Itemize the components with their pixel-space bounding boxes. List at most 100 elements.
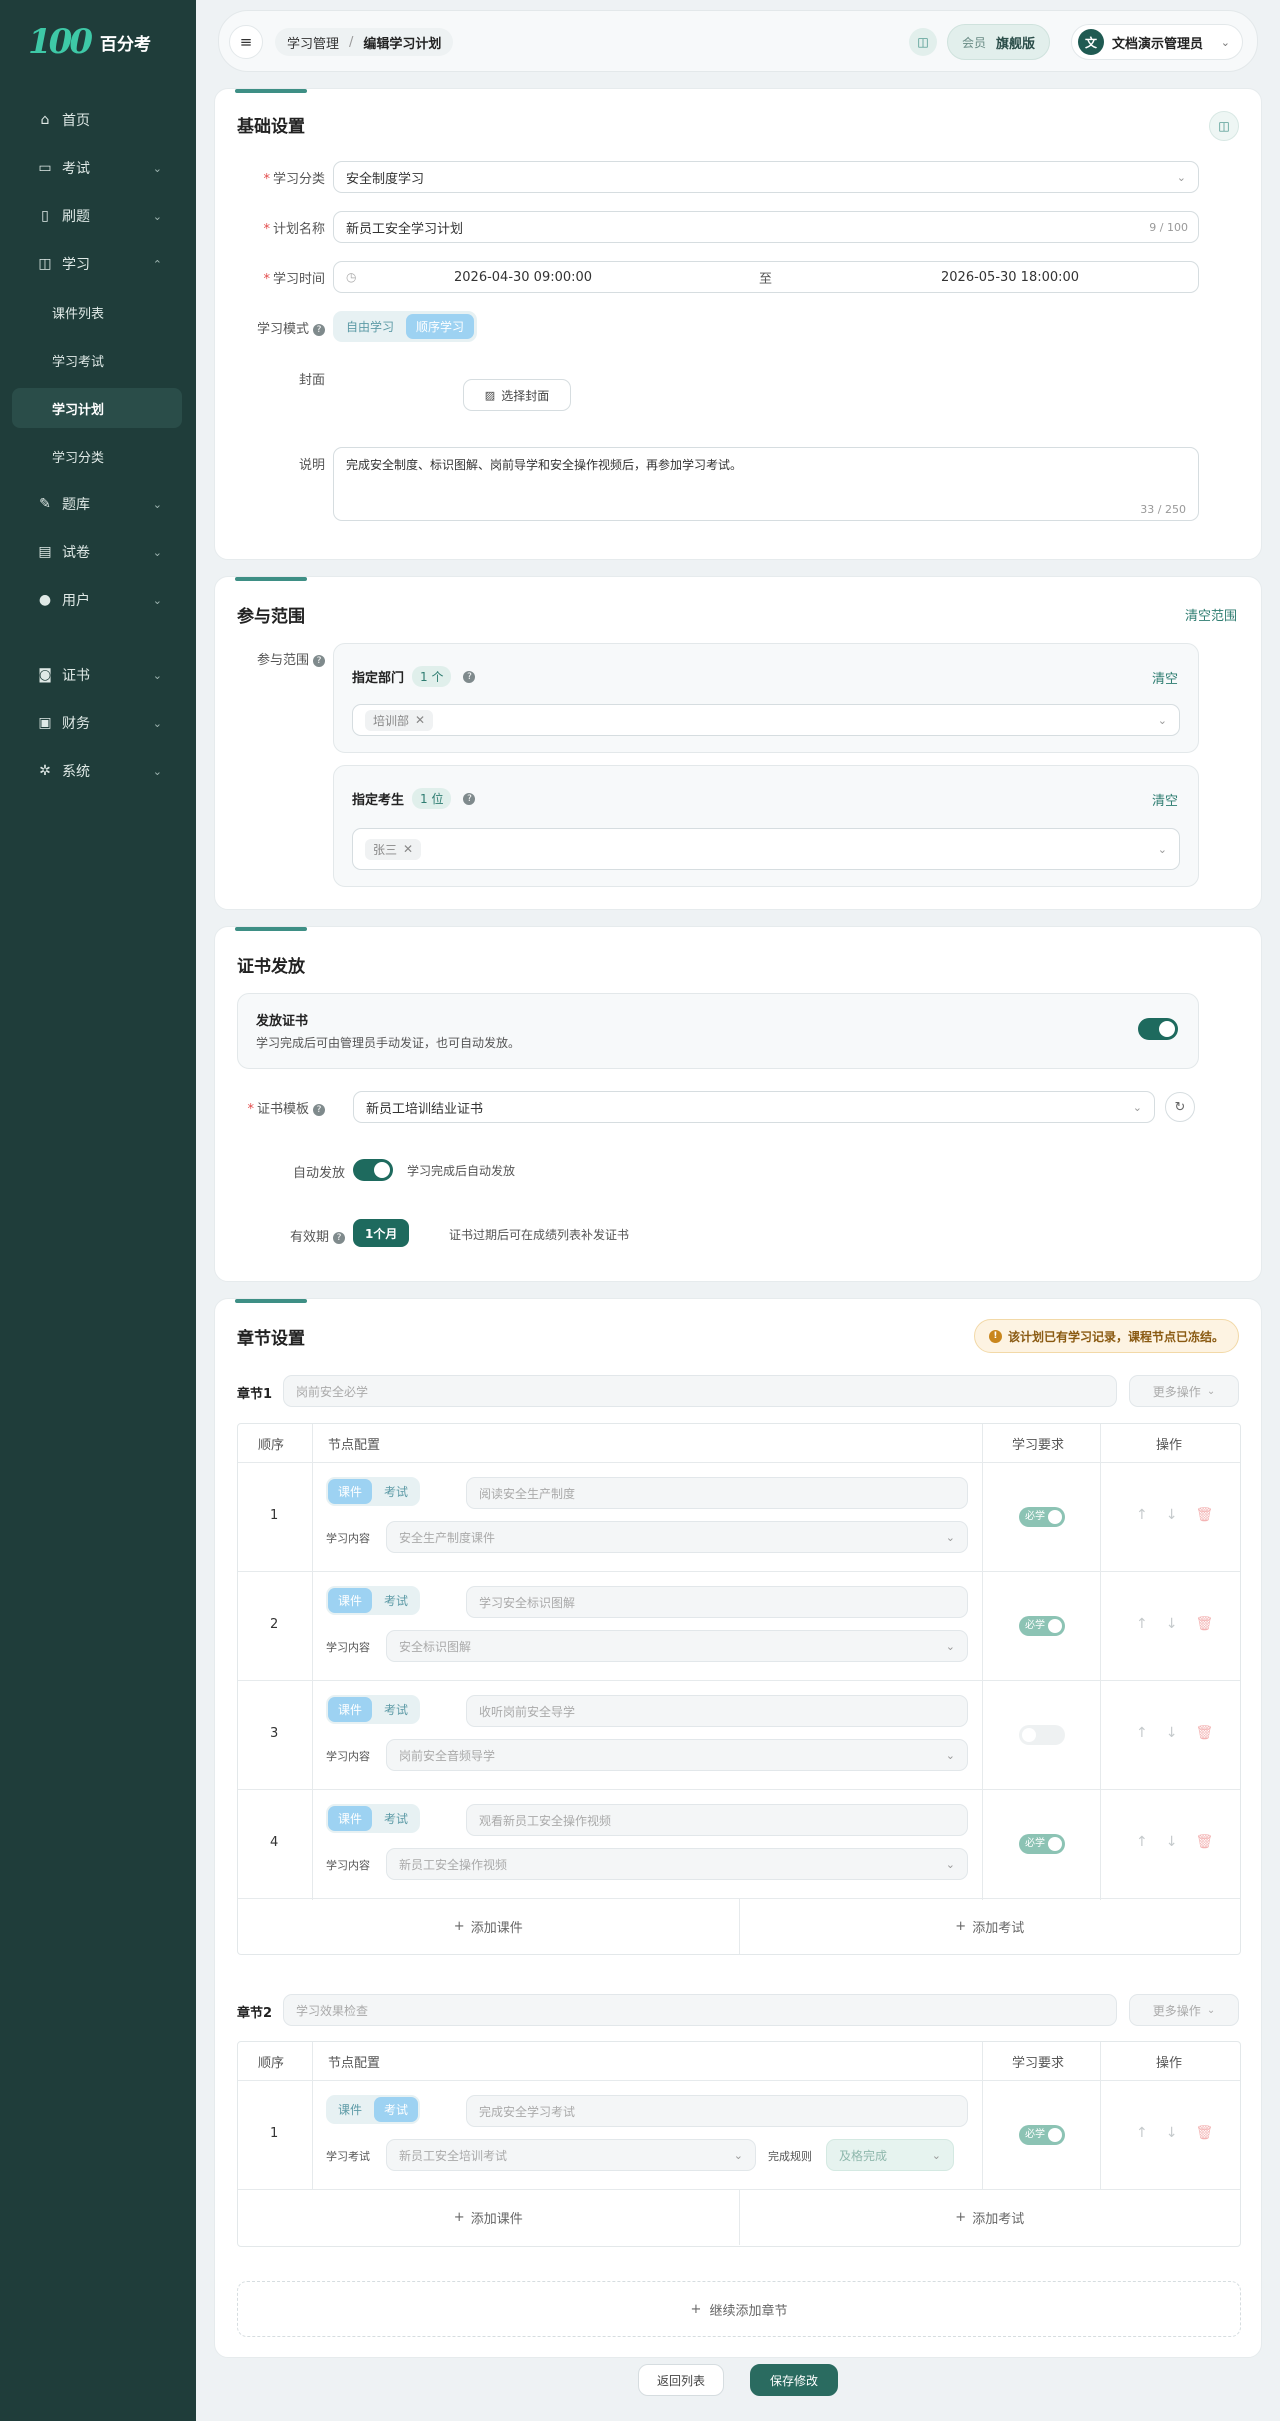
type-exam-option[interactable]: 考试 (374, 1697, 418, 1722)
sidebar-item-practice[interactable]: ▯ 刷题 ⌄ (12, 196, 182, 236)
department-select[interactable]: 培训部 ✕ ⌄ (352, 704, 1180, 736)
required-toggle[interactable]: 必学 (1019, 2125, 1065, 2145)
node-name-input[interactable]: 观看新员工安全操作视频 (466, 1804, 968, 1836)
type-exam-option[interactable]: 考试 (374, 2097, 419, 2122)
mode-sequential-option[interactable]: 顺序学习 (406, 314, 475, 339)
type-exam-option[interactable]: 考试 (374, 1588, 418, 1613)
arrow-down-icon[interactable]: ↓ (1166, 2125, 1178, 2141)
exam-select[interactable]: 新员工安全培训考试 ⌄ (386, 2139, 756, 2171)
node-name-input[interactable]: 学习安全标识图解 (466, 1586, 968, 1618)
arrow-down-icon[interactable]: ↓ (1166, 1507, 1178, 1523)
arrow-up-icon[interactable]: ↑ (1136, 2125, 1148, 2141)
required-toggle[interactable]: 必学 (1019, 1834, 1065, 1854)
auto-issue-toggle[interactable] (353, 1159, 393, 1181)
trash-icon[interactable]: 🗑 (1195, 1507, 1213, 1523)
brand-logo[interactable]: 100 百分考 (28, 22, 151, 62)
type-courseware-option[interactable]: 课件 (328, 1588, 373, 1613)
add-courseware-button[interactable]: + 添加课件 (238, 2190, 740, 2245)
sidebar-item-papers[interactable]: ▤ 试卷 ⌄ (12, 532, 182, 572)
department-clear[interactable]: 清空 (1152, 668, 1178, 687)
trash-icon[interactable]: 🗑 (1195, 2125, 1213, 2141)
sidebar-item-system[interactable]: ✲ 系统 ⌄ (12, 751, 182, 791)
category-select[interactable]: 安全制度学习 ⌄ (333, 161, 1199, 193)
chevron-down-icon: ⌄ (1157, 842, 1167, 856)
more-actions-button[interactable]: 更多操作 ⌄ (1129, 1375, 1239, 1407)
student-clear[interactable]: 清空 (1152, 790, 1178, 809)
required-toggle[interactable]: 必学 (1019, 1616, 1065, 1636)
required-toggle[interactable] (1019, 1725, 1065, 1745)
add-exam-button[interactable]: + 添加考试 (740, 2190, 1241, 2245)
arrow-up-icon[interactable]: ↑ (1136, 1507, 1148, 1523)
validity-option-selected[interactable]: 1个月 (353, 1219, 410, 1247)
breadcrumb-item[interactable]: 学习管理 (287, 33, 339, 52)
add-chapter-button[interactable]: + 继续添加章节 (237, 2281, 1241, 2337)
chevron-down-icon: ⌄ (1220, 35, 1230, 49)
row-order: 1 (270, 1508, 279, 1523)
sidebar-item-users[interactable]: ● 用户 ⌄ (12, 580, 182, 620)
layout-toggle-icon[interactable]: ◫ (1209, 111, 1239, 141)
issue-certificate-toggle[interactable] (1138, 1018, 1178, 1040)
issue-certificate-panel: 发放证书 学习完成后可由管理员手动发证，也可自动发放。 (237, 993, 1199, 1069)
sidebar-item-finance[interactable]: ▣ 财务 ⌄ (12, 703, 182, 743)
time-start[interactable]: 2026-04-30 09:00:00 (454, 270, 592, 285)
arrow-up-icon[interactable]: ↑ (1136, 1725, 1148, 1741)
refresh-icon[interactable]: ↻ (1165, 1092, 1195, 1122)
user-menu[interactable]: 文 文档演示管理员 ⌄ (1071, 24, 1243, 60)
back-to-list-button[interactable]: 返回列表 (638, 2364, 724, 2396)
trash-icon[interactable]: 🗑 (1195, 1616, 1213, 1632)
type-courseware-option[interactable]: 课件 (328, 1479, 373, 1504)
study-time-range[interactable]: ◷ 2026-04-30 09:00:00 至 2026-05-30 18:00… (333, 261, 1199, 293)
arrow-down-icon[interactable]: ↓ (1166, 1616, 1178, 1632)
select-cover-button[interactable]: ▨ 选择封面 (463, 379, 571, 411)
arrow-up-icon[interactable]: ↑ (1136, 1834, 1148, 1850)
save-button[interactable]: 保存修改 (750, 2364, 838, 2396)
type-courseware-option[interactable]: 课件 (328, 1697, 373, 1722)
sidebar-item-home[interactable]: ⌂ 首页 (12, 100, 182, 140)
menu-toggle-icon[interactable]: ≡ (229, 25, 263, 59)
sidebar-item-courseware[interactable]: 课件列表 (12, 292, 182, 332)
sidebar-item-question-bank[interactable]: ✎ 题库 ⌄ (12, 484, 182, 524)
node-name-input[interactable]: 完成安全学习考试 (466, 2095, 968, 2127)
sidebar-item-study[interactable]: ◫ 学习 ⌃ (12, 244, 182, 284)
chapter-name-input[interactable]: 岗前安全必学 (283, 1375, 1117, 1407)
description-textarea[interactable]: 完成安全制度、标识图解、岗前导学和安全操作视频后，再参加学习考试。 33 / 25… (333, 447, 1199, 521)
add-courseware-button[interactable]: + 添加课件 (238, 1899, 740, 1954)
add-exam-button[interactable]: + 添加考试 (740, 1899, 1241, 1954)
more-actions-button[interactable]: 更多操作 ⌄ (1129, 1994, 1239, 2026)
mode-free-option[interactable]: 自由学习 (336, 314, 404, 339)
chapter-name-input[interactable]: 学习效果检查 (283, 1994, 1117, 2026)
certificate-icon: ◙ (38, 667, 52, 683)
sidebar-item-study-category[interactable]: 学习分类 (12, 436, 182, 476)
template-select[interactable]: 新员工培训结业证书 ⌄ (353, 1091, 1155, 1123)
content-select[interactable]: 岗前安全音频导学 ⌄ (386, 1739, 968, 1771)
content-select[interactable]: 安全生产制度课件 ⌄ (386, 1521, 968, 1553)
type-exam-option[interactable]: 考试 (374, 1806, 418, 1831)
type-exam-option[interactable]: 考试 (374, 1479, 418, 1504)
node-name-input[interactable]: 收听岗前安全导学 (466, 1695, 968, 1727)
trash-icon[interactable]: 🗑 (1195, 1834, 1213, 1850)
content-select[interactable]: 安全标识图解 ⌄ (386, 1630, 968, 1662)
time-end[interactable]: 2026-05-30 18:00:00 (941, 270, 1079, 285)
member-badge[interactable]: 会员 旗舰版 (947, 24, 1051, 60)
close-icon[interactable]: ✕ (415, 713, 425, 727)
sidebar-item-study-plan[interactable]: 学习计划 (12, 388, 182, 428)
close-icon[interactable]: ✕ (403, 842, 413, 856)
sidebar-item-exam[interactable]: ▭ 考试 ⌄ (12, 148, 182, 188)
plan-name-input[interactable]: 新员工安全学习计划 9 / 100 (333, 211, 1199, 243)
arrow-down-icon[interactable]: ↓ (1166, 1725, 1178, 1741)
arrow-down-icon[interactable]: ↓ (1166, 1834, 1178, 1850)
content-select[interactable]: 新员工安全操作视频 ⌄ (386, 1848, 968, 1880)
sidebar-item-study-exam[interactable]: 学习考试 (12, 340, 182, 380)
required-toggle[interactable]: 必学 (1019, 1507, 1065, 1527)
layout-icon[interactable]: ◫ (909, 28, 937, 56)
clear-scope-link[interactable]: 清空范围 (1185, 605, 1237, 624)
student-select[interactable]: 张三 ✕ ⌄ (352, 828, 1180, 870)
node-name-input[interactable]: 阅读安全生产制度 (466, 1477, 968, 1509)
type-courseware-option[interactable]: 课件 (328, 1806, 373, 1831)
add-node-row: + 添加课件 + 添加考试 (238, 2189, 1240, 2245)
sidebar-item-certificates[interactable]: ◙ 证书 ⌄ (12, 655, 182, 695)
trash-icon[interactable]: 🗑 (1195, 1725, 1213, 1741)
arrow-up-icon[interactable]: ↑ (1136, 1616, 1148, 1632)
type-courseware-option[interactable]: 课件 (328, 2097, 372, 2122)
completion-rule-select[interactable]: 及格完成 ⌄ (826, 2139, 954, 2171)
